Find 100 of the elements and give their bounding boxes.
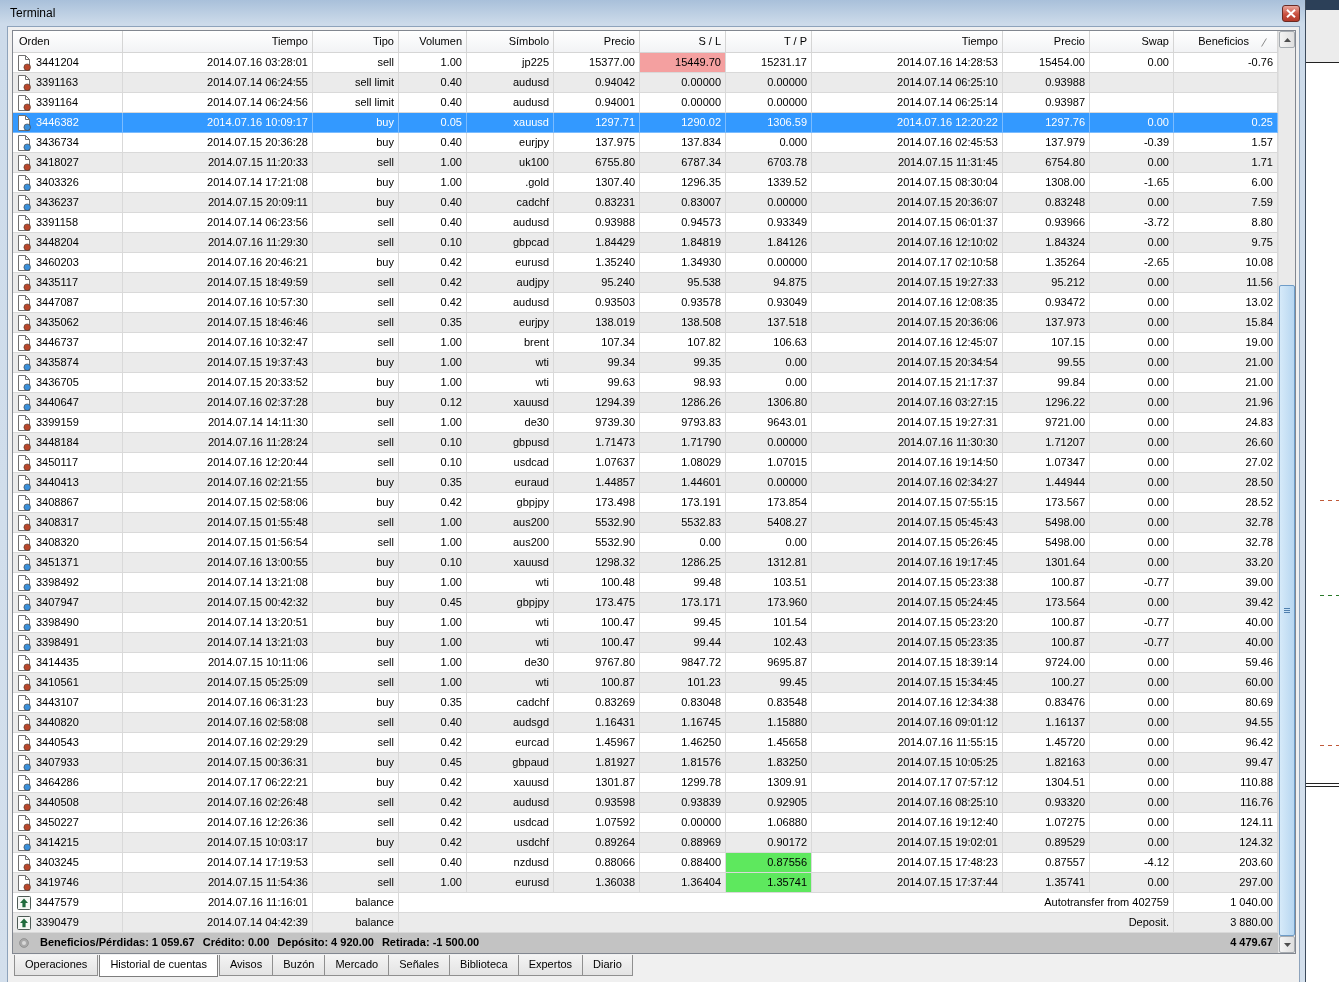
table-cell-text: 3440508 bbox=[36, 795, 79, 810]
table-cell-text: 3436705 bbox=[36, 375, 79, 390]
document-icon bbox=[17, 274, 31, 291]
document-icon bbox=[17, 574, 31, 591]
column-header[interactable]: Beneficios bbox=[1174, 31, 1278, 53]
table-cell-text: 3418027 bbox=[36, 155, 79, 170]
window-title: Terminal bbox=[10, 6, 56, 20]
table-row[interactable]: 3407933 2014.07.15 00:36:31 buy 0.45 gbpaud 1.81927 1.81576 1.83250 2014.07.15 10:05:25 1.82163 0.00 99.47 bbox=[13, 753, 1278, 773]
document-icon bbox=[17, 714, 31, 731]
column-header[interactable]: Tiempo bbox=[123, 31, 313, 53]
table-row[interactable]: 3448204 2014.07.16 11:29:30 sell 0.10 gbpcad 1.84429 1.84819 1.84126 2014.07.16 12:10:02 1.84324 0.00 9.75 bbox=[13, 233, 1278, 253]
table-cell-text: 3448184 bbox=[36, 435, 79, 450]
table-row[interactable]: 3398491 2014.07.14 13:21:03 buy 1.00 wti 100.47 99.44 102.43 2014.07.15 05:23:35 100.87 -0.77 40.00 bbox=[13, 633, 1278, 653]
table-cell-text: 3460203 bbox=[36, 255, 79, 270]
table-row[interactable]: 3410561 2014.07.15 05:25:09 sell 1.00 wti 100.87 101.23 99.45 2014.07.15 15:34:45 100.27 0.00 60.00 bbox=[13, 673, 1278, 693]
column-header[interactable]: Tipo bbox=[313, 31, 399, 53]
column-header[interactable]: Precio bbox=[554, 31, 640, 53]
table-cell-text: 3408867 bbox=[36, 495, 79, 510]
tab[interactable]: Mercado bbox=[324, 955, 390, 976]
table-cell-text: 3446737 bbox=[36, 335, 79, 350]
table-row[interactable]: 3451371 2014.07.16 13:00:55 buy 0.10 xauusd 1298.32 1286.25 1312.81 2014.07.16 19:17:45 1301.64 0.00 33.20 bbox=[13, 553, 1278, 573]
document-icon bbox=[17, 754, 31, 771]
table-row[interactable]: 3440820 2014.07.16 02:58:08 sell 0.40 audsgd 1.16431 1.16745 1.15880 2014.07.16 09:01:12 1.16137 0.00 94.55 bbox=[13, 713, 1278, 733]
column-header[interactable]: S / L bbox=[640, 31, 726, 53]
table-cell-text: 3407947 bbox=[36, 595, 79, 610]
scrollbar-thumb[interactable] bbox=[1279, 285, 1295, 936]
table-row[interactable]: 3440413 2014.07.16 02:21:55 buy 0.35 euraud 1.44857 1.44601 0.00000 2014.07.16 02:34:27 1.44944 0.00 28.50 bbox=[13, 473, 1278, 493]
document-icon bbox=[17, 334, 31, 351]
caret-down-icon bbox=[1283, 942, 1291, 947]
document-icon bbox=[17, 154, 31, 171]
table-cell-text: 3403326 bbox=[36, 175, 79, 190]
table-row[interactable]: 3418027 2014.07.15 11:20:33 sell 1.00 uk100 6755.80 6787.34 6703.78 2014.07.15 11:31:45 6754.80 0.00 1.71 bbox=[13, 153, 1278, 173]
scroll-up-button[interactable] bbox=[1279, 31, 1295, 48]
table-cell-text: 3391158 bbox=[36, 215, 78, 230]
close-button[interactable] bbox=[1282, 4, 1300, 22]
table-cell: 15449.70 bbox=[640, 53, 726, 73]
table-cell-text: 3398491 bbox=[36, 635, 79, 650]
tab[interactable]: Biblioteca bbox=[448, 955, 519, 976]
table-row[interactable]: 3435062 2014.07.15 18:46:46 sell 0.35 eurjpy 138.019 138.508 137.518 2014.07.15 20:36:06 137.973 0.00 15.84 bbox=[13, 313, 1278, 333]
document-icon bbox=[17, 634, 31, 651]
table-cell-text: 3398492 bbox=[36, 575, 79, 590]
summary-text: Crédito: 0.00 bbox=[202, 935, 270, 950]
table-row[interactable]: 3390479 2014.07.14 04:42:39 balance Deposit. 3 880.00 bbox=[13, 913, 1278, 933]
document-icon bbox=[17, 214, 31, 231]
table-cell-text: 3399159 bbox=[36, 415, 79, 430]
document-icon bbox=[17, 594, 31, 611]
up-arrow-icon bbox=[17, 895, 31, 910]
column-header[interactable]: Orden bbox=[13, 31, 123, 53]
table-row[interactable]: 3435874 2014.07.15 19:37:43 buy 1.00 wti 99.34 99.35 0.00 2014.07.15 20:34:54 99.55 0.00 21.00 bbox=[13, 353, 1278, 373]
table-row[interactable]: 3447579 2014.07.16 11:16:01 balance Autotransfer from 402759 1 040.00 bbox=[13, 893, 1278, 913]
document-icon bbox=[17, 94, 31, 111]
column-header[interactable]: Símbolo bbox=[467, 31, 554, 53]
document-icon bbox=[17, 694, 31, 711]
table-cell-text: 3410561 bbox=[36, 675, 79, 690]
table-row[interactable]: 3391163 2014.07.14 06:24:55 sell limit 0.40 audusd 0.94042 0.00000 0.00000 2014.07.14 06:25:10 0.93988 bbox=[13, 73, 1278, 93]
document-icon bbox=[17, 194, 31, 211]
tab[interactable]: Señales bbox=[388, 955, 450, 976]
up-arrow-icon bbox=[17, 915, 31, 930]
table-row[interactable]: 3435117 2014.07.15 18:49:59 sell 0.42 audjpy 95.240 95.538 94.875 2014.07.15 19:27:33 95.212 0.00 11.56 bbox=[13, 273, 1278, 293]
document-icon bbox=[17, 314, 31, 331]
document-icon bbox=[17, 814, 31, 831]
column-header[interactable]: Swap bbox=[1090, 31, 1174, 53]
tab[interactable]: Avisos bbox=[219, 955, 274, 976]
table-row[interactable]: 3440647 2014.07.16 02:37:28 buy 0.12 xauusd 1294.39 1286.26 1306.80 2014.07.16 03:27:15 1296.22 0.00 21.96 bbox=[13, 393, 1278, 413]
table-row[interactable]: 3440508 2014.07.16 02:26:48 sell 0.42 audusd 0.93598 0.93839 0.92905 2014.07.16 08:25:10 0.93320 0.00 116.76 bbox=[13, 793, 1278, 813]
table-cell-text: 3441204 bbox=[36, 55, 79, 70]
column-header[interactable]: T / P bbox=[726, 31, 812, 53]
table-row[interactable]: 3436237 2014.07.15 20:09:11 buy 0.40 cadchf 0.83231 0.83007 0.00000 2014.07.15 20:36:07 0.83248 0.00 7.59 bbox=[13, 193, 1278, 213]
table-cell-text: 3435874 bbox=[36, 355, 79, 370]
table-cell-text: 3464286 bbox=[36, 775, 79, 790]
document-icon bbox=[17, 854, 31, 871]
tab[interactable]: Historial de cuentas bbox=[99, 955, 218, 977]
table-cell-text: 3443107 bbox=[36, 695, 79, 710]
table-row[interactable]: 3414215 2014.07.15 10:03:17 buy 0.42 usdchf 0.89264 0.88969 0.90172 2014.07.15 19:02:01 0.89529 0.00 124.32 bbox=[13, 833, 1278, 853]
document-icon bbox=[17, 134, 31, 151]
table-row[interactable]: 3419746 2014.07.15 11:54:36 sell 1.00 eurusd 1.36038 1.36404 1.35741 2014.07.15 17:37:44 1.35741 0.00 297.00 bbox=[13, 873, 1278, 893]
table-cell-text: 3407933 bbox=[36, 755, 79, 770]
column-header[interactable]: Volumen bbox=[399, 31, 467, 53]
tab[interactable]: Buzón bbox=[272, 955, 326, 976]
document-icon bbox=[17, 234, 31, 251]
document-icon bbox=[17, 794, 31, 811]
scroll-down-button[interactable] bbox=[1279, 936, 1295, 953]
table-cell-text: 3391163 bbox=[36, 75, 78, 90]
table-cell-text: 3447087 bbox=[36, 295, 79, 310]
table-row[interactable]: 3408317 2014.07.15 01:55:48 sell 1.00 aus200 5532.90 5532.83 5408.27 2014.07.15 05:45:43 5498.00 0.00 32.78 bbox=[13, 513, 1278, 533]
table-row[interactable]: 3448184 2014.07.16 11:28:24 sell 0.10 gbpusd 1.71473 1.71790 0.00000 2014.07.16 11:30:30 1.71207 0.00 26.60 bbox=[13, 433, 1278, 453]
document-icon bbox=[17, 494, 31, 511]
table-cell-text: 3436734 bbox=[36, 135, 79, 150]
summary-text: Depósito: 4 920.00 bbox=[277, 935, 374, 950]
table-cell-text: 3390479 bbox=[36, 915, 79, 930]
document-icon bbox=[17, 674, 31, 691]
column-header[interactable]: Precio bbox=[1003, 31, 1090, 53]
column-header[interactable]: Tiempo bbox=[812, 31, 1003, 53]
document-icon bbox=[17, 414, 31, 431]
tab[interactable]: Operaciones bbox=[14, 955, 99, 976]
document-icon bbox=[17, 734, 31, 751]
document-icon bbox=[17, 514, 31, 531]
table-row[interactable]: 3407947 2014.07.15 00:42:32 buy 0.45 gbpjpy 173.475 173.171 173.960 2014.07.15 05:24:45 173.564 0.00 39.42 bbox=[13, 593, 1278, 613]
tab[interactable]: Diario bbox=[582, 955, 633, 976]
tab[interactable]: Expertos bbox=[517, 955, 584, 976]
